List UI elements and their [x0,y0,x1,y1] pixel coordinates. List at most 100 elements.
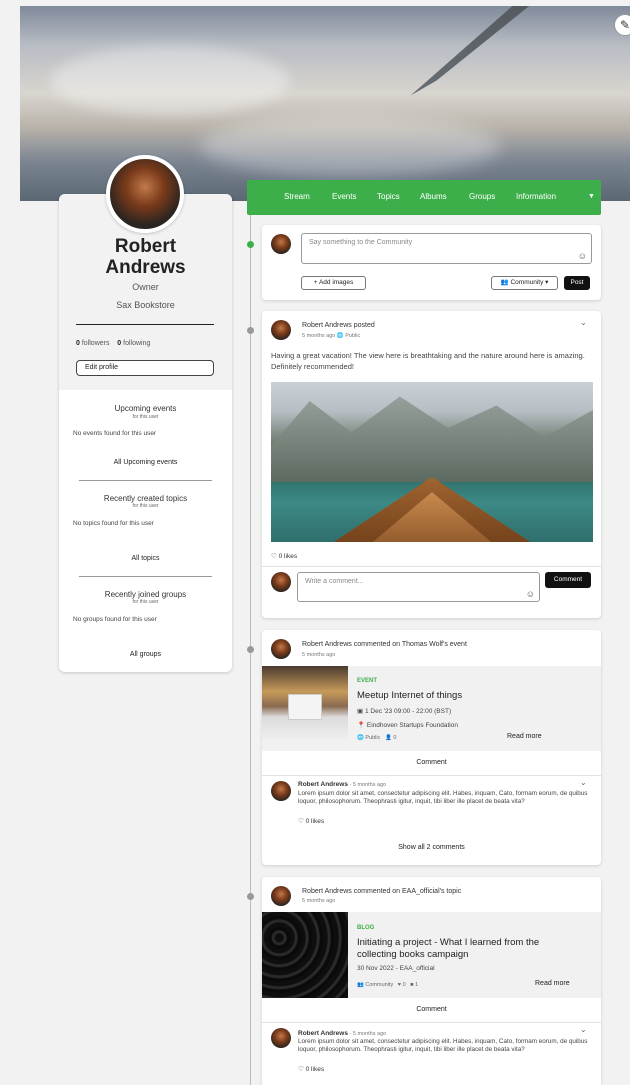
avatar[interactable] [271,320,291,340]
profile-organization: Sax Bookstore [116,300,175,310]
all-topics-link[interactable]: All topics [59,555,232,562]
profile-avatar[interactable] [106,155,184,233]
image-laptop [288,694,322,720]
event-title[interactable]: Meetup Internet of things [357,690,462,702]
comment-options-chevron-icon[interactable]: ⌄ [580,1025,587,1034]
nav-tab-groups[interactable]: Groups [469,192,495,201]
followers-label[interactable]: followers [82,340,110,347]
divider [262,1022,601,1023]
recent-groups-subtitle: for this user [132,599,159,605]
post-options-chevron-icon[interactable]: ⌄ [580,318,587,327]
upcoming-events-subtitle: for this user [132,414,159,420]
read-more-link[interactable]: Read more [507,733,542,740]
comment-link[interactable]: Comment [262,1006,601,1013]
divider [79,480,212,481]
visibility-select[interactable]: 👥 Community ▾ [491,276,558,290]
add-images-button[interactable]: + Add images [301,276,366,290]
comment-options-chevron-icon[interactable]: ⌄ [580,778,587,787]
following-label[interactable]: following [123,340,150,347]
avatar[interactable] [271,639,291,659]
comment-likes[interactable]: ♡ 0 likes [298,817,324,825]
post-author[interactable]: Robert Andrews [302,322,352,329]
activity-author[interactable]: Robert Andrews [302,888,352,895]
blog-date-author: 30 Nov 2022 - EAA_official [357,965,435,972]
divider [262,775,601,776]
post-header: Robert Andrews posted [302,322,375,329]
divider [79,576,212,577]
activity-time[interactable]: 5 months ago [302,652,335,658]
all-upcoming-events-link[interactable]: All Upcoming events [59,459,232,466]
likes-count: 0 likes [278,553,298,560]
nav-tab-topics[interactable]: Topics [377,192,400,201]
nav-tab-stream[interactable]: Stream [284,192,310,201]
comment-header: Robert Andrews - 5 months ago [298,1030,386,1037]
all-groups-link[interactable]: All groups [59,651,232,658]
heart-icon: ♡ [271,553,277,560]
visibility-value: Community [510,279,544,286]
post-visibility: Public [345,333,361,339]
comment-time[interactable]: - 5 months ago [348,782,386,788]
emoji-icon[interactable]: ☺ [526,589,535,599]
nav-tab-information[interactable]: Information [516,192,556,201]
activity-action: commented on EAA_official's topic [353,888,462,895]
comment-icon: ■ [410,982,414,988]
activity-author[interactable]: Robert Andrews [302,641,352,648]
comment-likes[interactable]: ♡ 0 likes [298,1065,324,1073]
nav-more-chevron-down-icon[interactable]: ▼ [588,193,595,200]
blog-title[interactable]: Initiating a project - What I learned fr… [357,937,577,961]
followers-count: 0 [76,340,80,347]
globe-icon: 🌐 [357,735,364,741]
avatar[interactable] [271,781,291,801]
comment-button[interactable]: Comment [545,572,591,588]
post-likes[interactable]: ♡ 0 likes [271,552,297,560]
blog-image[interactable] [262,912,348,998]
profile-nav-bar: Stream Events Topics Albums Groups Infor… [247,180,601,215]
edit-profile-button[interactable]: Edit profile [76,360,214,376]
emoji-icon[interactable]: ☺ [578,251,587,261]
blog-likes: 0 [402,982,406,988]
show-all-comments-link[interactable]: Show all 2 comments [262,844,601,851]
post-image[interactable] [271,382,593,542]
avatar[interactable] [271,1028,291,1048]
cover-cloud [200,116,500,176]
avatar[interactable] [271,886,291,906]
profile-card: Robert Andrews Owner Sax Bookstore 0 fol… [59,194,232,672]
heart-icon: ♥ [397,982,402,988]
comment-header: Robert Andrews - 5 months ago [298,781,386,788]
recent-groups-title: Recently joined groups [104,590,187,599]
comment-author[interactable]: Robert Andrews [298,781,348,788]
recent-groups-empty: No groups found for this user [73,616,157,623]
nav-tab-events[interactable]: Events [332,192,356,201]
timeline-dot [247,646,254,653]
activity-header: Robert Andrews commented on EAA_official… [302,888,461,895]
community-icon: 👥 [357,982,364,988]
post-action: posted [353,322,375,329]
composer-input[interactable]: Say something to the Community ☺ [301,233,592,264]
calendar-icon: ▣ [357,708,364,715]
upcoming-events-title: Upcoming events [114,404,177,413]
timeline-dot [247,241,254,248]
blog-teaser[interactable]: BLOG Initiating a project - What I learn… [262,912,601,998]
avatar [271,572,291,592]
post-button[interactable]: Post [564,276,590,290]
post-time[interactable]: 5 months ago [302,333,335,339]
event-teaser[interactable]: EVENT Meetup Internet of things ▣ 1 Dec … [262,666,601,751]
recent-topics-title: Recently created topics [103,494,188,503]
activity-time[interactable]: 5 months ago [302,898,335,904]
profile-name: Robert Andrews [59,236,232,278]
event-date: ▣ 1 Dec '23 09:00 - 22:00 (BST) [357,707,451,715]
read-more-link[interactable]: Read more [535,980,570,987]
activity-header: Robert Andrews commented on Thomas Wolf'… [302,641,467,648]
profile-last-name: Andrews [105,257,186,278]
comment-time[interactable]: - 5 months ago [348,1031,386,1037]
comment-text: Lorem ipsum dolor sit amet, consectetur … [298,1038,588,1053]
comment-author[interactable]: Robert Andrews [298,1030,348,1037]
edit-cover-pencil-icon[interactable]: ✎ [614,14,630,36]
comment-link[interactable]: Comment [262,759,601,766]
heart-icon: ♡ [298,1066,304,1073]
comment-input[interactable]: Write a comment... ☺ [297,572,540,602]
post-card: Robert Andrews posted 5 months ago 🌐 Pub… [262,311,601,618]
nav-tab-albums[interactable]: Albums [420,192,447,201]
event-image[interactable] [262,666,348,739]
community-icon: 👥 [500,279,509,286]
